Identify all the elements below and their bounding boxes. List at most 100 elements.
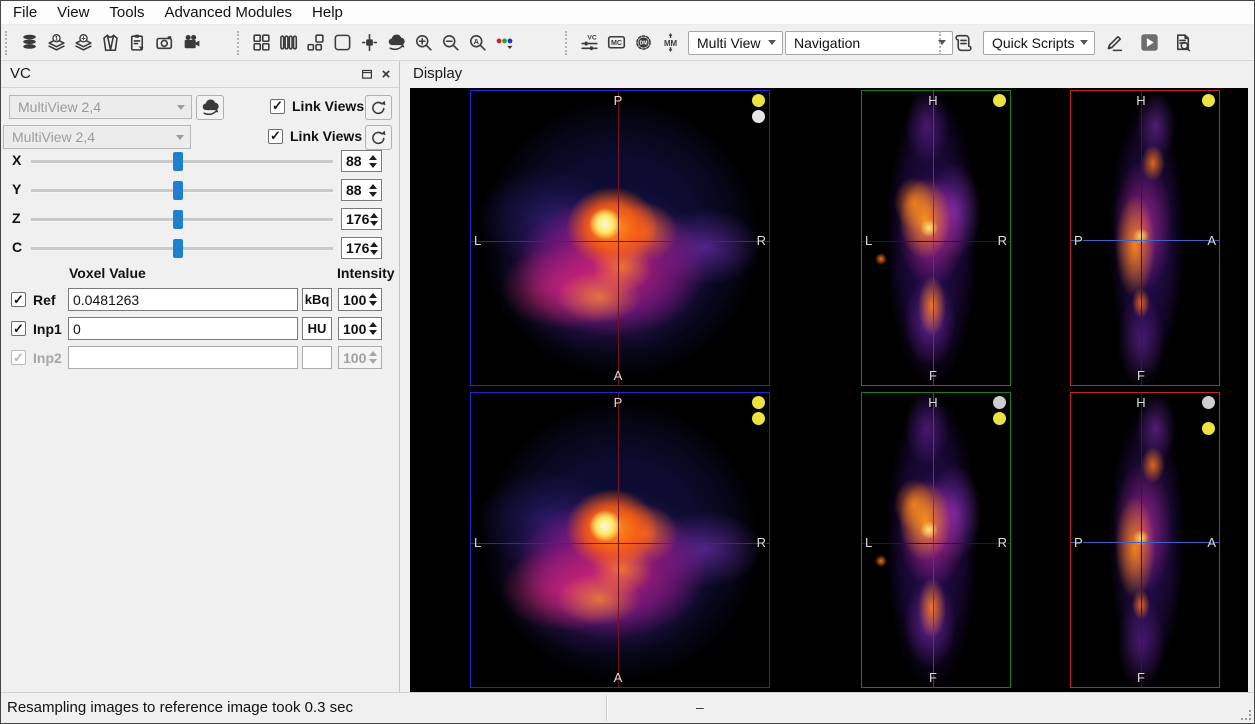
crosshair-horizontal-line[interactable] <box>1071 542 1219 543</box>
run-script-play-icon[interactable] <box>1136 29 1163 57</box>
sagittal-view[interactable]: H F P A <box>1070 392 1220 688</box>
overlay-indicator-dots[interactable] <box>1202 396 1215 438</box>
slider-spinbox[interactable]: 176 <box>341 237 382 259</box>
overlay-indicator-dots[interactable] <box>752 396 765 428</box>
menu-item-file[interactable]: File <box>3 2 47 23</box>
menu-item-advanced-modules[interactable]: Advanced Modules <box>154 2 302 23</box>
toolbar-grip[interactable] <box>939 30 944 55</box>
coronal-view[interactable]: H F L R <box>861 90 1011 386</box>
layers-add-icon[interactable]: + <box>70 29 97 57</box>
crosshair-vertical-line[interactable] <box>1141 91 1142 385</box>
toolbar-grip[interactable] <box>565 30 570 55</box>
crosshair-vertical-line[interactable] <box>1141 393 1142 687</box>
indicator-dot-grey[interactable] <box>993 396 1006 409</box>
layout-mixed-icon[interactable] <box>302 29 329 57</box>
capture-view-button[interactable] <box>196 95 224 120</box>
cine-capture-icon[interactable] <box>178 29 205 57</box>
reset-views-button-1[interactable] <box>365 95 392 120</box>
menu-item-help[interactable]: Help <box>302 2 353 23</box>
reset-views-button-2[interactable] <box>365 125 392 150</box>
indicator-dot-yellow[interactable] <box>1202 94 1215 107</box>
indicator-dot-white[interactable] <box>752 110 765 123</box>
spin-up-icon[interactable] <box>370 212 379 218</box>
spin-down-icon[interactable] <box>369 359 377 364</box>
slider-track[interactable] <box>31 152 333 171</box>
panel-close-icon[interactable]: × <box>378 66 394 83</box>
voxel-value-input[interactable] <box>68 346 298 369</box>
resize-grip[interactable] <box>1241 710 1251 720</box>
spin-up-icon[interactable] <box>369 322 377 327</box>
toolbar-grip[interactable] <box>237 30 242 55</box>
slider-handle[interactable] <box>172 210 183 229</box>
display-canvas[interactable]: P A L R H F L R H F P A P A L R H F L R … <box>410 88 1248 693</box>
link-views-checkbox-2[interactable]: ✓ Link Views <box>268 128 362 144</box>
slider-spinbox[interactable]: 88 <box>341 150 382 172</box>
spin-up-icon[interactable] <box>369 293 377 298</box>
spin-down-icon[interactable] <box>369 330 377 335</box>
indicator-dot-yellow[interactable] <box>993 412 1006 425</box>
zoom-in-icon[interactable] <box>410 29 437 57</box>
checkbox-icon[interactable]: ✓ <box>270 98 285 114</box>
layout-columns-icon[interactable] <box>275 29 302 57</box>
camera-capture-icon[interactable] <box>151 29 178 57</box>
mm-scaling-icon[interactable]: MM <box>657 29 684 57</box>
link-views-checkbox-1[interactable]: ✓ Link Views <box>270 98 364 114</box>
sagittal-view[interactable]: H F P A <box>1070 90 1220 386</box>
voxel-value-input[interactable] <box>68 288 298 311</box>
slider-spinbox[interactable]: 176 <box>341 208 382 230</box>
slider-track[interactable] <box>31 239 333 258</box>
spin-down-icon[interactable] <box>369 191 377 197</box>
voxel-checkbox[interactable]: ✓ <box>11 350 26 365</box>
voxel-value-input[interactable] <box>68 317 298 340</box>
slider-handle[interactable] <box>172 152 183 171</box>
crosshair-horizontal-line[interactable] <box>862 543 1010 544</box>
axial-view[interactable]: P A L R <box>470 392 770 688</box>
overlay-indicator-dots[interactable] <box>993 396 1006 428</box>
crosshair-vertical-line[interactable] <box>933 393 934 687</box>
voxel-checkbox[interactable]: ✓ <box>11 292 26 307</box>
zoom-auto-icon[interactable]: A <box>464 29 491 57</box>
color-channels-icon[interactable] <box>491 29 518 57</box>
crosshair-horizontal-line[interactable] <box>1071 240 1219 241</box>
spin-up-icon[interactable] <box>370 241 379 247</box>
spin-down-icon[interactable] <box>370 249 379 255</box>
spin-up-icon[interactable] <box>369 154 377 160</box>
overlay-indicator-dots[interactable] <box>993 94 1006 110</box>
slider-spinbox[interactable]: 88 <box>341 179 382 201</box>
mc-controls-icon[interactable]: MC <box>603 29 630 57</box>
indicator-dot-yellow[interactable] <box>752 412 765 425</box>
multi-view-dropdown[interactable]: Multi View <box>688 30 783 55</box>
intensity-spinbox[interactable]: 100 <box>338 346 382 369</box>
indicator-dot-yellow[interactable] <box>752 94 765 107</box>
view-reset-camera-icon[interactable] <box>383 29 410 57</box>
pin-crosshair-icon[interactable] <box>356 29 383 57</box>
coronal-view[interactable]: H F L R <box>861 392 1011 688</box>
checkbox-icon[interactable]: ✓ <box>268 128 283 144</box>
menu-item-tools[interactable]: Tools <box>99 2 154 23</box>
slider-track[interactable] <box>31 181 333 200</box>
indicator-dot-grey[interactable] <box>1202 396 1215 409</box>
spin-up-icon[interactable] <box>369 183 377 189</box>
spin-down-icon[interactable] <box>370 220 379 226</box>
spin-up-icon[interactable] <box>369 351 377 356</box>
spin-down-icon[interactable] <box>369 162 377 168</box>
overlay-indicator-dots[interactable] <box>752 94 765 126</box>
crosshair-horizontal-line[interactable] <box>862 241 1010 242</box>
slider-handle[interactable] <box>172 181 183 200</box>
zoom-out-icon[interactable] <box>437 29 464 57</box>
spin-down-icon[interactable] <box>369 301 377 306</box>
database-icon[interactable] <box>16 29 43 57</box>
intensity-spinbox[interactable]: 100 <box>338 288 382 311</box>
menu-item-view[interactable]: View <box>47 2 99 23</box>
crosshair-vertical-line[interactable] <box>618 91 619 385</box>
intensity-spinbox[interactable]: 100 <box>338 317 382 340</box>
indicator-dot-yellow[interactable] <box>752 396 765 409</box>
overlay-indicator-dots[interactable] <box>1202 94 1215 110</box>
toolbar-grip[interactable] <box>5 30 10 55</box>
voxel-checkbox[interactable]: ✓ <box>11 321 26 336</box>
crosshair-vertical-line[interactable] <box>618 393 619 687</box>
axial-view[interactable]: P A L R <box>470 90 770 386</box>
slider-track[interactable] <box>31 210 333 229</box>
layout-single-icon[interactable] <box>329 29 356 57</box>
script-log-document-icon[interactable] <box>1169 29 1196 57</box>
